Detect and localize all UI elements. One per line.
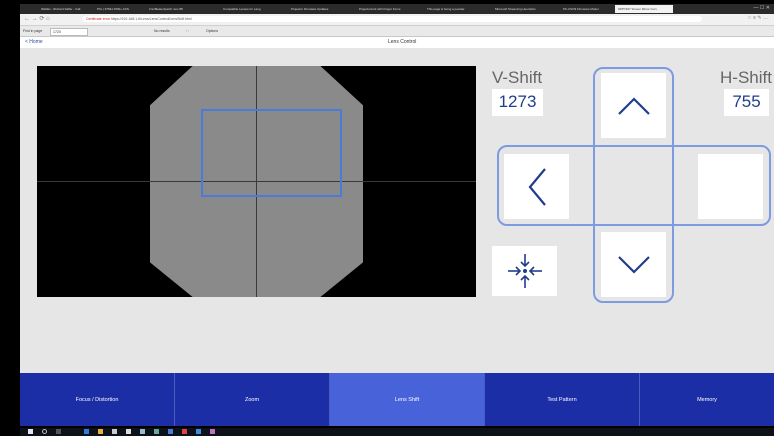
address-bar: ← → ⟳ ⌂ Certificate error https://192.16… bbox=[20, 14, 774, 26]
lens-shift-preview bbox=[37, 66, 476, 297]
tab-focus-distortion[interactable]: Focus / Distortion bbox=[20, 373, 175, 426]
down-arrow-icon bbox=[617, 255, 650, 274]
browser-toolbar-icons[interactable]: ☆ ≡ ✎ … bbox=[747, 15, 768, 21]
app-icon[interactable] bbox=[140, 429, 145, 434]
browser-tab[interactable]: Phx | 37MH-7600+ ACS bbox=[94, 5, 140, 13]
url-field[interactable]: Certificate error https://192.168.1.6/Le… bbox=[82, 16, 702, 22]
center-icon bbox=[507, 254, 542, 288]
tab-lens-shift[interactable]: Lens Shift bbox=[330, 373, 485, 426]
browser-tab[interactable]: Microsoft Streaming Heuristics bbox=[492, 5, 554, 13]
up-arrow-icon bbox=[617, 96, 650, 115]
window-controls[interactable]: — ☐ ✕ bbox=[754, 5, 770, 11]
shift-right-button[interactable] bbox=[698, 154, 763, 219]
find-results: No results bbox=[154, 29, 170, 33]
tab-memory[interactable]: Memory bbox=[640, 373, 774, 426]
image-position-rect bbox=[201, 109, 342, 197]
page-title: Lens Control bbox=[388, 39, 417, 45]
app-icon[interactable] bbox=[168, 429, 173, 434]
app-icon[interactable] bbox=[154, 429, 159, 434]
bottom-nav: Focus / Distortion Zoom Lens Shift Test … bbox=[20, 373, 774, 426]
shift-left-button[interactable] bbox=[504, 154, 569, 219]
browser-tab[interactable]: PK-CSO9 Firmware Model bbox=[560, 5, 610, 13]
browser-tab[interactable]: Projector Firmware Updates bbox=[288, 5, 350, 13]
search-icon[interactable] bbox=[42, 429, 47, 434]
cert-error-label: Certificate error bbox=[86, 17, 111, 21]
edge-icon[interactable] bbox=[84, 429, 89, 434]
shift-up-button[interactable] bbox=[601, 73, 666, 138]
browser-tab[interactable]: 2 E-Blaster/patch.mov 88 bbox=[146, 5, 214, 13]
app-icon[interactable] bbox=[210, 429, 215, 434]
browser-tab[interactable]: ProjectorLink with Finger Force bbox=[356, 5, 418, 13]
store-icon[interactable] bbox=[112, 429, 117, 434]
find-input[interactable]: 1720 bbox=[50, 28, 88, 36]
find-label: Find in page bbox=[23, 29, 43, 33]
system-tray[interactable] bbox=[740, 429, 768, 434]
find-options-button[interactable]: Options bbox=[206, 29, 218, 33]
app-icon[interactable] bbox=[196, 429, 201, 434]
start-icon[interactable] bbox=[28, 429, 33, 434]
app-icon[interactable] bbox=[126, 429, 131, 434]
browser-tab[interactable]: Compatible Lenses for Lang bbox=[220, 5, 284, 13]
app-icon[interactable] bbox=[182, 429, 187, 434]
shift-down-button[interactable] bbox=[601, 232, 666, 297]
home-link[interactable]: < Home bbox=[25, 39, 43, 45]
dpad-center-fill bbox=[595, 147, 672, 224]
task-view-icon[interactable] bbox=[56, 429, 61, 434]
nav-buttons[interactable]: ← → ⟳ ⌂ bbox=[24, 15, 50, 22]
browser-tab-active[interactable]: SPP7407 Screen Mirror Curv bbox=[615, 5, 673, 13]
browser-tab-bar: WebEx - Richard Saffer - Call Phx | 37MH… bbox=[20, 4, 774, 14]
browser-tab[interactable]: This page is being a powder bbox=[424, 5, 486, 13]
browser-tab[interactable]: WebEx - Richard Saffer - Call bbox=[38, 5, 88, 13]
os-taskbar bbox=[20, 428, 774, 436]
folder-icon[interactable] bbox=[98, 429, 103, 434]
find-nav-buttons[interactable]: ‹ › bbox=[186, 29, 189, 33]
tab-test-pattern[interactable]: Test Pattern bbox=[485, 373, 640, 426]
url-text: https://192.168.1.6/Lens/LensControl/Len… bbox=[111, 17, 192, 21]
find-bar: Find in page 1720 No results ‹ › Options bbox=[20, 26, 774, 37]
center-button[interactable] bbox=[492, 246, 557, 296]
tab-zoom[interactable]: Zoom bbox=[175, 373, 330, 426]
left-arrow-icon bbox=[528, 167, 546, 206]
